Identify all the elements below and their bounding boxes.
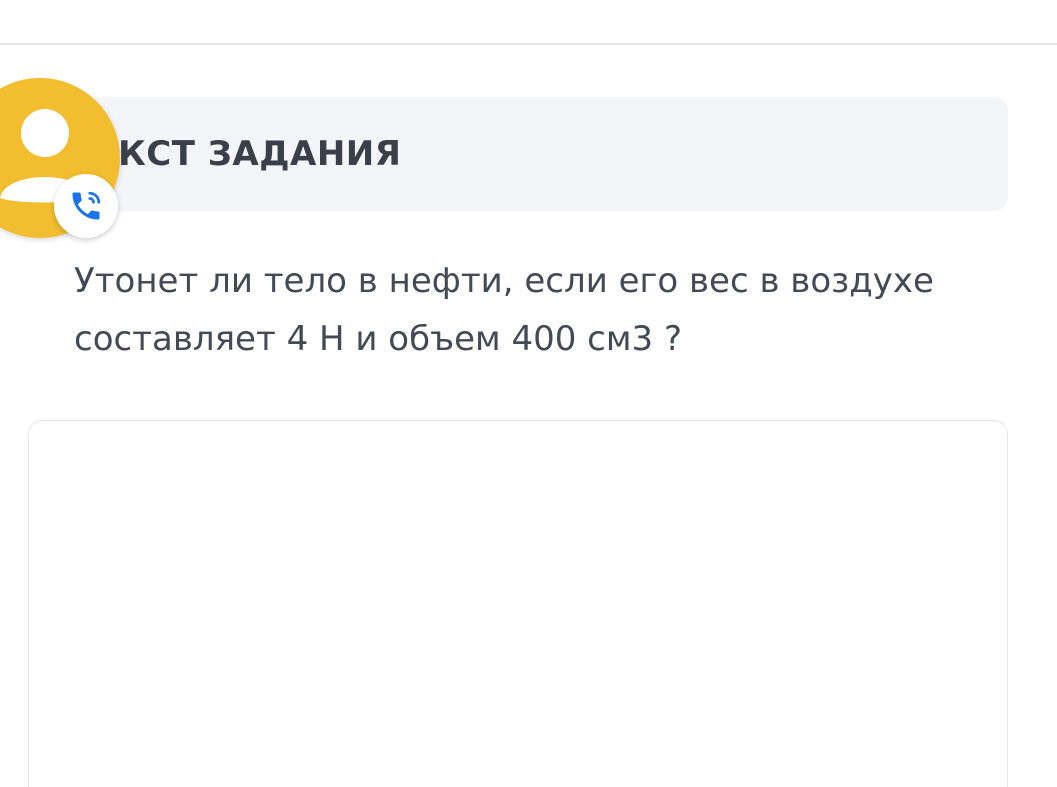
top-divider: [0, 43, 1057, 45]
call-badge[interactable]: [54, 174, 118, 238]
page: КСТ ЗАДАНИЯ Утонет ли тело в нефти, если…: [0, 0, 1057, 787]
task-text-header-title: КСТ ЗАДАНИЯ: [118, 134, 402, 174]
task-text-header: КСТ ЗАДАНИЯ: [28, 97, 1008, 211]
task-text: Утонет ли тело в нефти, если его вес в в…: [74, 261, 934, 359]
answer-card[interactable]: [28, 420, 1008, 787]
phone-call-icon: [72, 191, 101, 220]
